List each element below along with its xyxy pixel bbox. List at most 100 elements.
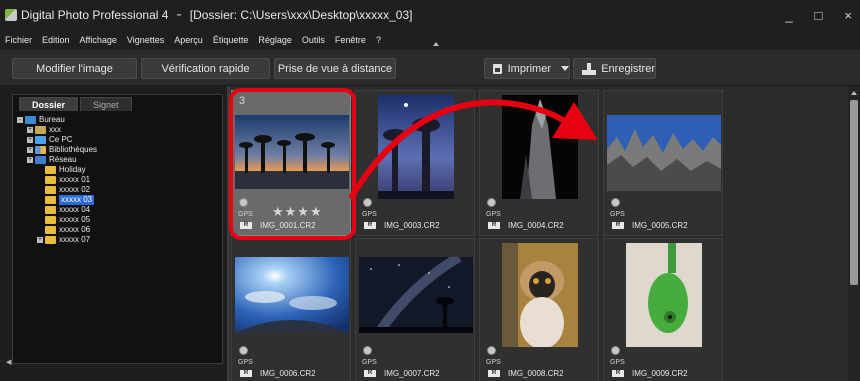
tree-row[interactable]: + xxxxx 07 [17, 235, 222, 245]
app-logo-icon [5, 9, 17, 21]
star-rating[interactable]: ★★★★ [272, 204, 323, 220]
gps-label: GPS [238, 359, 253, 366]
tree-row[interactable]: xxxxx 03 [17, 195, 222, 205]
tree-row[interactable]: + Bibliothèques [17, 145, 222, 155]
thumbnail-card[interactable]: GPS R IMG_0006.CR2 [231, 238, 351, 381]
user-folder-icon [35, 126, 46, 134]
print-button[interactable]: Imprimer [484, 58, 570, 79]
raw-badge: R [240, 222, 252, 229]
edit-status-icon [363, 198, 372, 207]
title-separator: - [176, 6, 182, 23]
menu-fenetre[interactable]: Fenêtre [335, 35, 366, 45]
menu-etiquette[interactable]: Étiquette [213, 35, 249, 45]
thumbnail-caption: R IMG_0009.CR2 [612, 369, 688, 378]
thumbnail-card[interactable]: GPS R IMG_0003.CR2 [355, 90, 475, 236]
gps-label: GPS [362, 211, 377, 218]
thumbnail-card[interactable]: 3 GPS ★★★★ R IMG_0001.CR2 [231, 90, 351, 236]
tree-row[interactable]: xxxxx 02 [17, 185, 222, 195]
thumbnail-card[interactable]: GPS R IMG_0005.CR2 [603, 90, 723, 236]
thumbnail-photo[interactable] [502, 243, 578, 349]
raw-badge: R [364, 370, 376, 377]
folder-panel: Dossier Signet - Bureau + xxx + Ce PC + Bibliot… [0, 86, 227, 381]
scroll-left-icon[interactable]: ◀ [6, 358, 11, 366]
remote-shooting-button[interactable]: Prise de vue à distance [274, 58, 396, 79]
expand-icon[interactable]: + [27, 137, 33, 143]
menu-help[interactable]: ? [376, 35, 381, 45]
thumbnail-caption: R IMG_0007.CR2 [364, 369, 440, 378]
thumbnail-photo[interactable] [359, 252, 473, 336]
quick-check-button[interactable]: Vérification rapide [141, 58, 270, 79]
expand-icon[interactable]: + [27, 127, 33, 133]
scroll-up-icon[interactable] [851, 91, 857, 95]
folder-icon [45, 176, 56, 184]
menu-reglage[interactable]: Réglage [258, 35, 292, 45]
tree-row[interactable]: - Bureau [17, 115, 222, 125]
vertical-scrollbar[interactable] [848, 86, 860, 381]
tree-row[interactable]: + Ce PC [17, 135, 222, 145]
tree-row[interactable]: + xxx [17, 125, 222, 135]
thumbnail-photo[interactable] [626, 243, 702, 347]
menu-edition[interactable]: Edition [42, 35, 70, 45]
tree-item-label: xxxxx 07 [59, 235, 91, 244]
thumbnail-caption: R IMG_0005.CR2 [612, 221, 688, 230]
menu-apercu[interactable]: Aperçu [174, 35, 203, 45]
thumbnail-card[interactable]: GPS R IMG_0004.CR2 [479, 90, 599, 236]
thumbnail-card[interactable]: GPS R IMG_0007.CR2 [355, 238, 475, 381]
tree-row[interactable]: + Réseau [17, 155, 222, 165]
folder-icon [45, 166, 56, 174]
tree-row[interactable]: xxxxx 05 [17, 215, 222, 225]
window-controls: _ □ × [785, 0, 852, 30]
menu-fichier[interactable]: Fichier [5, 35, 32, 45]
thumbnail-filename: IMG_0007.CR2 [384, 369, 440, 378]
close-button[interactable]: × [844, 8, 852, 23]
menu-bar: Fichier Edition Affichage Vignettes Aper… [0, 30, 860, 50]
raw-badge: R [488, 222, 500, 229]
collapse-icon[interactable]: - [17, 117, 23, 123]
library-icon [35, 146, 46, 154]
tab-dossier[interactable]: Dossier [19, 97, 79, 111]
edit-status-icon [239, 346, 248, 355]
thumbnail-photo[interactable] [502, 95, 578, 199]
tree-item-label: xxx [49, 125, 61, 134]
edit-status-icon [611, 198, 620, 207]
tree-row[interactable]: Holiday [17, 165, 222, 175]
expand-icon[interactable]: + [37, 237, 43, 243]
computer-icon [35, 136, 46, 144]
thumbnail-photo[interactable] [235, 115, 349, 189]
thumbnail-card[interactable]: GPS R IMG_0009.CR2 [603, 238, 723, 381]
folder-title: [Dossier: C:\Users\xxx\Desktop\xxxxx_03] [189, 8, 413, 22]
maximize-button[interactable]: □ [815, 8, 823, 23]
toolbar: Modifier l'image Vérification rapide Pri… [0, 50, 860, 86]
thumbnail-card[interactable]: GPS R IMG_0008.CR2 [479, 238, 599, 381]
menu-outils[interactable]: Outils [302, 35, 325, 45]
thumbnail-photo[interactable] [378, 95, 454, 199]
minimize-button[interactable]: _ [785, 8, 792, 23]
tree-row[interactable]: xxxxx 01 [17, 175, 222, 185]
tree-row[interactable]: xxxxx 06 [17, 225, 222, 235]
network-icon [35, 156, 46, 164]
thumbnail-photo[interactable] [235, 257, 349, 333]
gps-label: GPS [486, 211, 501, 218]
thumbnail-caption: R IMG_0003.CR2 [364, 221, 440, 230]
collapse-caret-icon[interactable] [433, 42, 439, 46]
gps-label: GPS [238, 211, 253, 218]
expand-icon[interactable]: + [27, 157, 33, 163]
folder-icon [45, 226, 56, 234]
save-button[interactable]: Enregistrer [573, 58, 656, 79]
raw-badge: R [488, 370, 500, 377]
thumbnail-photo[interactable] [607, 115, 721, 191]
scrollbar-thumb[interactable] [850, 100, 858, 285]
tree-item-label: xxxxx 06 [59, 225, 91, 234]
expand-icon[interactable]: + [27, 147, 33, 153]
tree-row[interactable]: xxxxx 04 [17, 205, 222, 215]
edit-status-icon [487, 198, 496, 207]
menu-vignettes[interactable]: Vignettes [127, 35, 164, 45]
tab-signet[interactable]: Signet [80, 97, 132, 111]
chevron-down-icon[interactable] [561, 66, 569, 71]
thumbnail-caption: R IMG_0001.CR2 [240, 221, 316, 230]
gps-label: GPS [486, 359, 501, 366]
menu-affichage[interactable]: Affichage [80, 35, 117, 45]
folder-icon [45, 186, 56, 194]
edit-image-button[interactable]: Modifier l'image [12, 58, 137, 79]
tree-item-label: Ce PC [49, 135, 73, 144]
